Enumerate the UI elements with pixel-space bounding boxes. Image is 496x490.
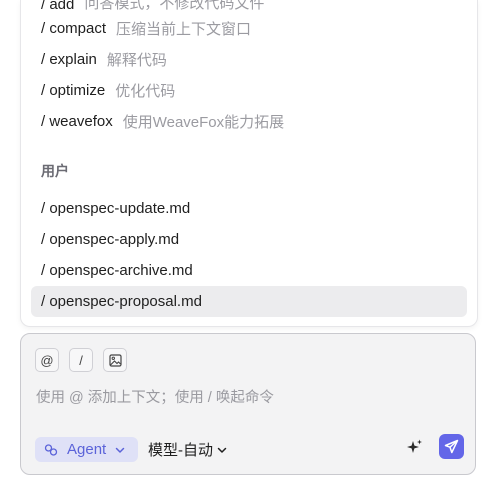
- image-icon: [108, 353, 122, 367]
- chat-composer: @ / 使用 @ 添加上下文；使用 / 唤起命令 Agent 模型-自动: [20, 333, 476, 475]
- command-item-explain[interactable]: / explain 解释代码: [21, 44, 477, 75]
- chevron-down-icon: [115, 447, 125, 453]
- command-item-add[interactable]: / add 问答模式，不修改代码文件: [21, 0, 477, 13]
- command-list: / add 问答模式，不修改代码文件 / compact 压缩当前上下文窗口 /…: [21, 0, 477, 137]
- user-command-label: / openspec-update.md: [41, 200, 191, 217]
- slash-icon: /: [79, 352, 83, 368]
- command-name: / explain: [41, 51, 97, 68]
- user-command-item-selected[interactable]: / openspec-proposal.md: [31, 286, 467, 317]
- command-name: / optimize: [41, 82, 106, 99]
- agent-mode-label: Agent: [67, 441, 107, 458]
- agent-mode-select[interactable]: Agent: [35, 437, 138, 462]
- slash-command-button[interactable]: /: [69, 348, 93, 372]
- image-upload-button[interactable]: [103, 348, 127, 372]
- command-name: / weavefox: [41, 113, 113, 130]
- command-name: / compact: [41, 20, 107, 37]
- send-button[interactable]: [439, 434, 464, 459]
- command-popup: / add 问答模式，不修改代码文件 / compact 压缩当前上下文窗口 /…: [20, 0, 478, 327]
- at-icon: @: [40, 352, 54, 368]
- user-command-list: / openspec-update.md / openspec-apply.md…: [31, 193, 467, 317]
- command-desc: 使用WeaveFox能力拓展: [122, 114, 285, 131]
- user-command-label: / openspec-apply.md: [41, 231, 180, 248]
- user-command-label: / openspec-proposal.md: [41, 293, 202, 310]
- section-title-user: 用户: [41, 163, 69, 179]
- message-input[interactable]: 使用 @ 添加上下文；使用 / 唤起命令: [36, 386, 274, 407]
- mention-button[interactable]: @: [35, 348, 59, 372]
- user-command-label: / openspec-archive.md: [41, 262, 193, 279]
- command-item-optimize[interactable]: / optimize 优化代码: [21, 75, 477, 106]
- model-select[interactable]: 模型-自动: [148, 439, 228, 460]
- command-desc: 优化代码: [115, 83, 176, 100]
- user-command-item[interactable]: / openspec-update.md: [31, 193, 467, 224]
- command-desc: 解释代码: [106, 52, 167, 69]
- command-name: / add: [41, 0, 75, 13]
- command-item-compact[interactable]: / compact 压缩当前上下文窗口: [21, 13, 477, 44]
- chevron-down-icon: [217, 447, 227, 453]
- send-icon: [444, 439, 459, 454]
- user-command-item[interactable]: / openspec-apply.md: [31, 224, 467, 255]
- user-command-item[interactable]: / openspec-archive.md: [31, 255, 467, 286]
- command-item-weavefox[interactable]: / weavefox 使用WeaveFox能力拓展: [21, 106, 477, 137]
- command-desc: 问答模式，不修改代码文件: [84, 0, 265, 12]
- sparkle-icon[interactable]: [406, 438, 424, 456]
- command-desc: 压缩当前上下文窗口: [116, 21, 252, 38]
- agent-icon: [44, 443, 58, 456]
- model-label: 模型-自动: [148, 442, 213, 459]
